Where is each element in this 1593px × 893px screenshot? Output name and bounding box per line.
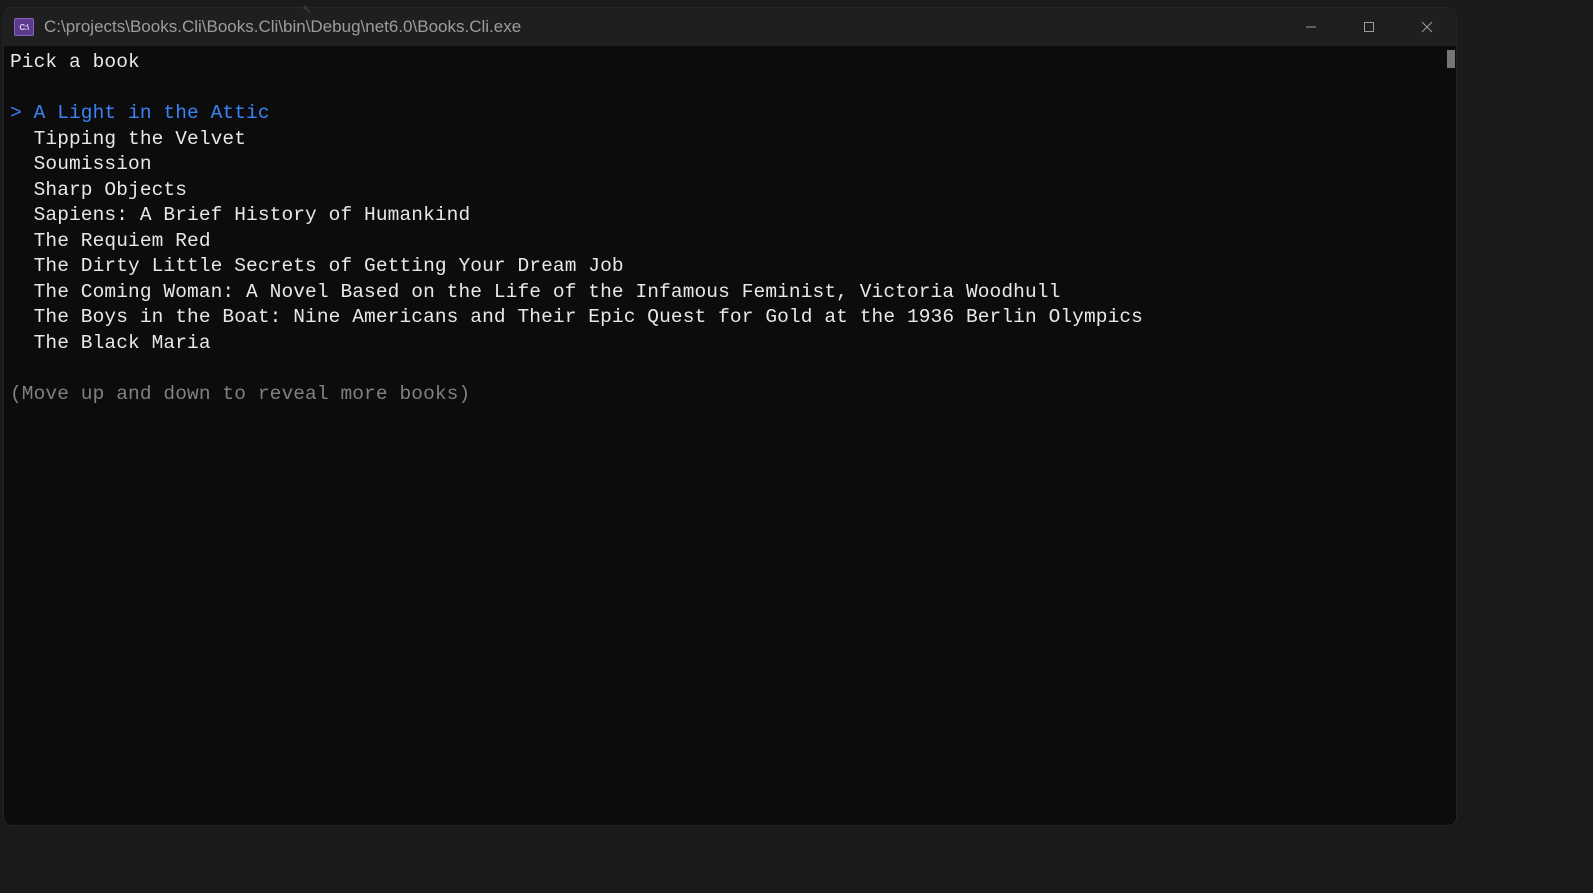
scrollbar-thumb[interactable] (1447, 50, 1455, 68)
list-item[interactable]: Sapiens: A Brief History of Humankind (10, 203, 1450, 229)
list-item[interactable]: The Dirty Little Secrets of Getting Your… (10, 254, 1450, 280)
close-button[interactable] (1398, 8, 1456, 46)
book-list[interactable]: > A Light in the Attic Tipping the Velve… (10, 101, 1450, 356)
blank-line (10, 356, 1450, 382)
console-window: C:\ C:\projects\Books.Cli\Books.Cli\bin\… (4, 8, 1456, 825)
list-item[interactable]: The Boys in the Boat: Nine Americans and… (10, 305, 1450, 331)
list-item[interactable]: Soumission (10, 152, 1450, 178)
terminal-body[interactable]: Pick a book > A Light in the Attic Tippi… (4, 46, 1456, 825)
list-item[interactable]: The Requiem Red (10, 229, 1450, 255)
window-controls (1282, 8, 1456, 46)
mouse-cursor: ↖ (302, 0, 312, 19)
list-item[interactable]: The Coming Woman: A Novel Based on the L… (10, 280, 1450, 306)
maximize-button[interactable] (1340, 8, 1398, 46)
minimize-icon (1305, 21, 1317, 33)
maximize-icon (1363, 21, 1375, 33)
window-title: C:\projects\Books.Cli\Books.Cli\bin\Debu… (44, 17, 521, 37)
close-icon (1421, 21, 1433, 33)
list-item[interactable]: > A Light in the Attic (10, 101, 1450, 127)
hint-text: (Move up and down to reveal more books) (10, 382, 1450, 408)
blank-line (10, 76, 1450, 102)
list-item[interactable]: Sharp Objects (10, 178, 1450, 204)
minimize-button[interactable] (1282, 8, 1340, 46)
list-item[interactable]: Tipping the Velvet (10, 127, 1450, 153)
app-icon: C:\ (14, 18, 34, 36)
titlebar[interactable]: C:\ C:\projects\Books.Cli\Books.Cli\bin\… (4, 8, 1456, 46)
list-item[interactable]: The Black Maria (10, 331, 1450, 357)
prompt-text: Pick a book (10, 50, 1450, 76)
